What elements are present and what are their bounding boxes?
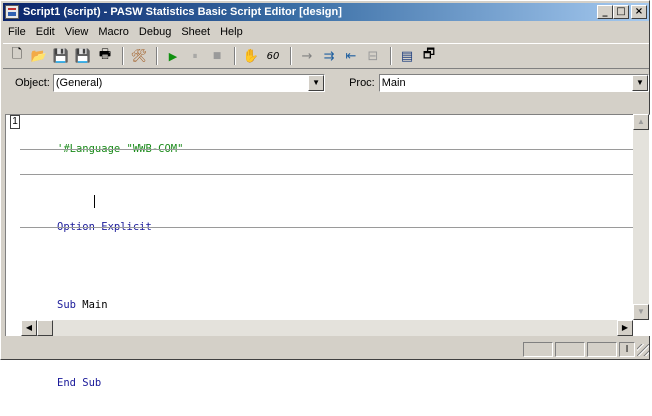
proc-value: Main [381,77,406,89]
run-icon[interactable]: ▶ [163,46,183,66]
script-editor-window: Script1 (script) - PASW Statistics Basic… [0,0,650,389]
minimize-button[interactable]: _ [597,5,613,19]
dialog-icon[interactable]: 🛠 [129,46,149,66]
proc-label: Proc: [349,77,375,89]
step-over-icon[interactable]: ⇉ [319,46,339,66]
close-button[interactable]: × [631,5,647,19]
procedure-divider [20,227,642,228]
print-icon[interactable]: 🖶 [95,46,115,66]
open-icon[interactable]: 📂 [29,46,49,66]
toggle-breakpoint-icon[interactable]: ⊟ [363,46,383,66]
sub-name: Main [75,299,108,311]
browse-icon[interactable]: 🗗 [419,46,439,66]
maximize-button[interactable]: □ [613,5,629,19]
save-icon[interactable]: 💾 [51,46,71,66]
vertical-scrollbar[interactable]: ▲ ▼ [633,114,649,320]
title-bar[interactable]: Script1 (script) - PASW Statistics Basic… [3,3,649,21]
save-all-icon[interactable]: 💾 [73,46,93,66]
toolbar-separator [234,47,236,65]
vertical-scroll-track[interactable] [633,130,649,304]
menu-edit[interactable]: Edit [31,26,60,38]
menu-macro[interactable]: Macro [93,26,134,38]
code-editor[interactable]: 1 '#Language "WWB-COM" Option Explicit S… [5,114,650,389]
object-select[interactable]: (General) ▼ [52,74,326,92]
procedure-divider [20,174,642,175]
status-bar: I [3,340,649,359]
scroll-left-icon[interactable]: ◀ [21,320,37,336]
toolbar-separator [156,47,158,65]
proc-select[interactable]: Main ▼ [378,74,649,92]
app-icon[interactable] [5,5,19,19]
chevron-down-icon[interactable]: ▼ [308,75,325,91]
code-line-sub-main[interactable]: Sub Main [57,299,183,312]
scroll-up-icon[interactable]: ▲ [633,114,649,130]
properties-icon[interactable]: ▤ [397,46,417,66]
step-out-icon[interactable]: ⇤ [341,46,361,66]
window-controls: _ □ × [597,5,647,19]
sub-keyword: Sub [57,299,76,311]
line-indicator: 1 [10,115,20,129]
chevron-down-icon[interactable]: ▼ [632,75,648,91]
menu-view[interactable]: View [60,26,94,38]
menu-file[interactable]: File [3,26,31,38]
step-into-icon[interactable]: → [297,46,317,66]
object-label: Object: [15,77,50,89]
status-panel [523,342,553,357]
toolbar: 🗋 📂 💾 💾 🖶 🛠 ▶ ⏸ ■ ✋ 60 → ⇉ ⇤ ⊟ ▤ 🗗 [3,43,649,69]
horizontal-scrollbar[interactable]: ◀ ▶ [21,320,633,336]
menu-bar: File Edit View Macro Debug Sheet Help [3,23,649,41]
procedure-divider [20,149,642,150]
menu-help[interactable]: Help [215,26,248,38]
toolbar-separator [390,47,392,65]
text-cursor-icon: I [619,342,635,357]
status-panel [587,342,617,357]
code-line-blank[interactable] [57,182,183,195]
text-caret [94,195,95,208]
code-text[interactable]: '#Language "WWB-COM" Option Explicit Sub… [57,117,183,416]
resize-grip-icon[interactable] [637,343,649,356]
menu-debug[interactable]: Debug [134,26,176,38]
watch-icon[interactable]: 60 [263,46,283,66]
menu-sheet[interactable]: Sheet [176,26,215,38]
status-panel [555,342,585,357]
horizontal-scroll-thumb[interactable] [37,320,53,336]
object-proc-row: Object: (General) ▼ Proc: Main ▼ [3,71,649,95]
toolbar-separator [122,47,124,65]
horizontal-scroll-track[interactable] [53,320,617,336]
new-icon[interactable]: 🗋 [7,46,27,66]
hand-icon[interactable]: ✋ [241,46,261,66]
pause-icon[interactable]: ⏸ [185,46,205,66]
window-title: Script1 (script) - PASW Statistics Basic… [23,6,342,18]
stop-icon[interactable]: ■ [207,46,227,66]
code-line-end-sub[interactable]: End Sub [57,377,183,390]
scroll-down-icon[interactable]: ▼ [633,304,649,320]
object-value: (General) [55,77,103,89]
scroll-right-icon[interactable]: ▶ [617,320,633,336]
code-line-blank[interactable] [57,260,183,273]
toolbar-separator [290,47,292,65]
